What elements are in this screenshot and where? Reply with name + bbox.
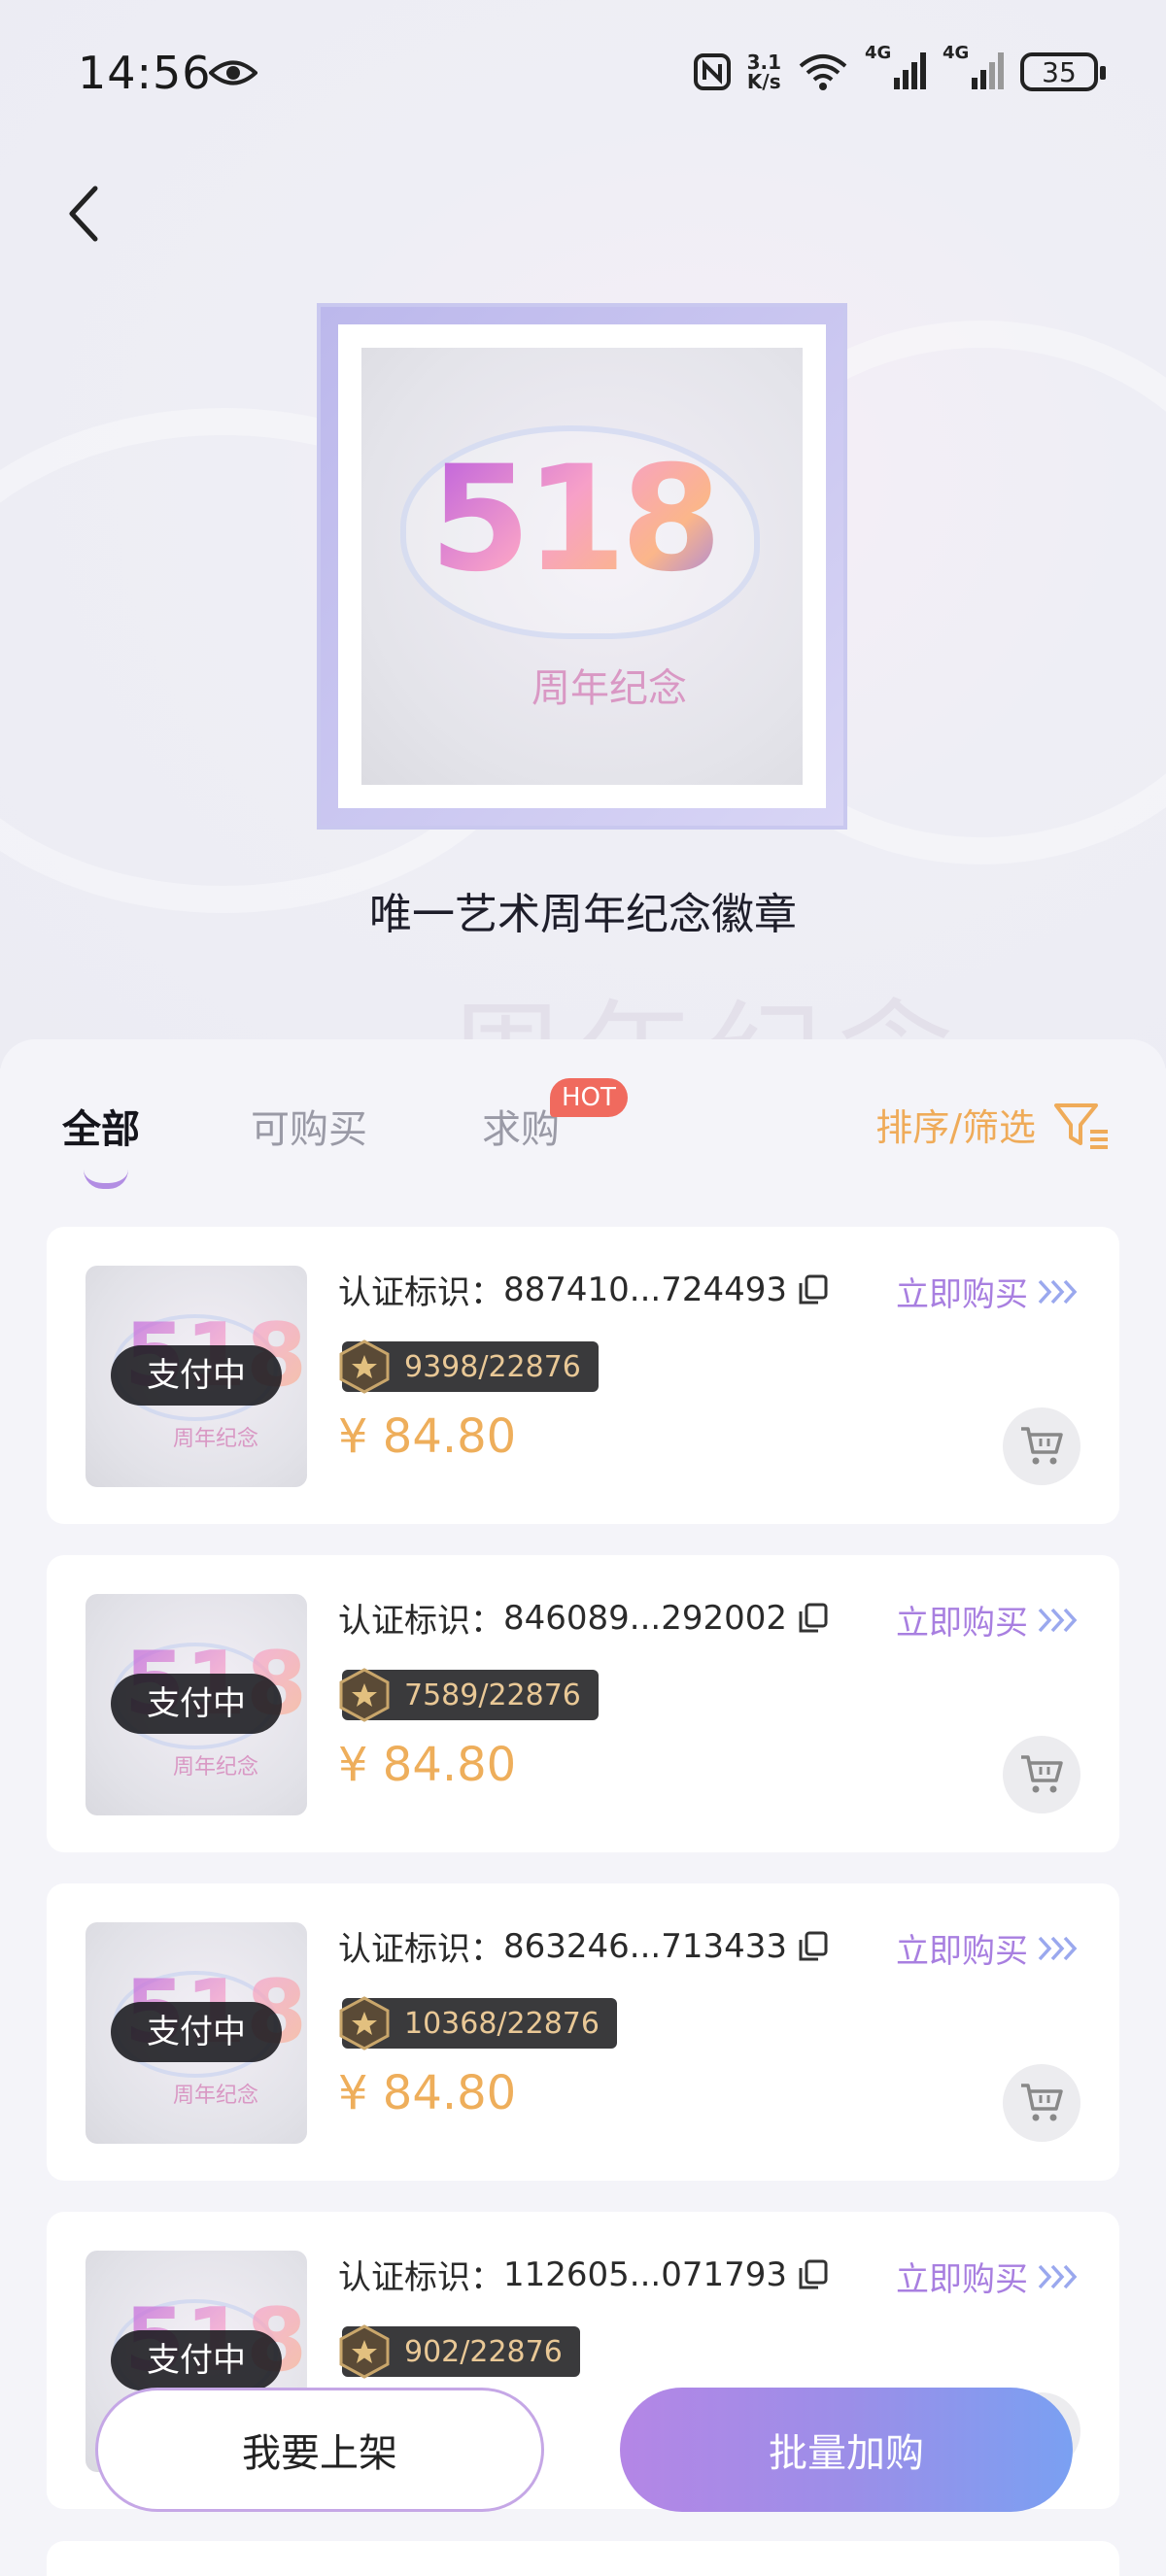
signal-1: 4G xyxy=(865,43,927,95)
eye-icon xyxy=(209,60,257,85)
star-hexagon-icon xyxy=(339,2324,390,2379)
listing-card[interactable]: 518 周年纪念 支付中 认证标识： 863246...713433 立即购买 xyxy=(47,1883,1119,2181)
status-bar: 14:56 3.1 K/s 4G 4G 35 xyxy=(0,0,1166,146)
serial-number-badge: 9398/22876 xyxy=(339,1339,599,1394)
cart-icon xyxy=(1021,1755,1063,1793)
serial-number: 10368/22876 xyxy=(404,2006,600,2041)
add-to-cart-button[interactable] xyxy=(1003,2064,1080,2142)
back-arrow-icon[interactable] xyxy=(60,185,109,243)
listing-card-partial xyxy=(47,2541,1119,2576)
signal-2-label: 4G xyxy=(943,43,970,63)
serial-number-badge: 10368/22876 xyxy=(339,1996,617,2051)
signal-2: 4G xyxy=(943,43,1005,95)
certificate-label: 认证标识： xyxy=(338,1273,503,1312)
certificate-label: 认证标识： xyxy=(338,2258,503,2297)
certificate-row: 认证标识： 863246...713433 xyxy=(338,1922,830,1970)
buy-now-link[interactable]: 立即购买 xyxy=(896,1596,1080,1644)
artwork-image: 518 周年纪念 xyxy=(361,348,803,785)
tab-bar: 全部 可购买 求购 HOT 排序/筛选 xyxy=(0,1078,1166,1189)
list-item-button[interactable]: 我要上架 xyxy=(95,2388,544,2512)
price: ¥ 84.80 xyxy=(338,1409,517,1464)
artwork-caption: 周年纪念 xyxy=(532,666,687,711)
certificate-row: 认证标识： 887410...724493 xyxy=(338,1266,830,1313)
buy-now-link[interactable]: 立即购买 xyxy=(896,1268,1080,1315)
star-hexagon-icon xyxy=(339,1668,390,1722)
star-hexagon-icon xyxy=(339,1339,390,1394)
battery-icon: 35 xyxy=(1020,52,1106,91)
copy-icon[interactable] xyxy=(797,1602,830,1635)
thumbnail-caption: 周年纪念 xyxy=(173,1755,259,1779)
artwork-frame[interactable]: 518 周年纪念 xyxy=(317,303,847,830)
wifi-icon xyxy=(799,54,847,90)
double-chevron-right-icon xyxy=(1038,1936,1078,1960)
listing-thumbnail: 518 周年纪念 支付中 xyxy=(86,1922,307,2144)
copy-icon[interactable] xyxy=(797,1930,830,1963)
batch-add-to-cart-button[interactable]: 批量加购 xyxy=(620,2388,1073,2512)
nfc-icon xyxy=(693,53,731,90)
network-speed-unit: K/s xyxy=(746,70,781,93)
certificate-id: 863246...713433 xyxy=(503,1926,788,1966)
add-to-cart-button[interactable] xyxy=(1003,1407,1080,1485)
payment-status-pill: 支付中 xyxy=(111,1674,282,1734)
network-speed: 3.1 K/s xyxy=(747,52,781,91)
artwork-number: 518 xyxy=(429,435,722,604)
listing-thumbnail: 518 周年纪念 支付中 xyxy=(86,1594,307,1815)
double-chevron-right-icon xyxy=(1038,2264,1078,2288)
cart-icon xyxy=(1021,2084,1063,2121)
certificate-label: 认证标识： xyxy=(338,1602,503,1641)
payment-status-pill: 支付中 xyxy=(111,1345,282,1406)
listing-card[interactable]: 518 周年纪念 支付中 认证标识： 887410...724493 立即购买 xyxy=(47,1227,1119,1524)
filter-icon xyxy=(1054,1102,1108,1149)
cart-icon xyxy=(1021,1427,1063,1465)
listing-card[interactable]: 518 周年纪念 支付中 认证标识： 846089...292002 立即购买 xyxy=(47,1555,1119,1852)
sort-filter-label: 排序/筛选 xyxy=(875,1106,1036,1149)
hot-badge: HOT xyxy=(550,1078,628,1117)
copy-icon[interactable] xyxy=(797,2258,830,2291)
serial-number: 902/22876 xyxy=(404,2334,563,2369)
network-speed-value: 3.1 xyxy=(746,51,781,74)
payment-status-pill: 支付中 xyxy=(111,2002,282,2062)
artwork-title: 唯一艺术周年纪念徽章 xyxy=(369,890,797,939)
status-time: 14:56 xyxy=(78,47,212,99)
price: ¥ 84.80 xyxy=(338,2066,517,2120)
sort-filter-button[interactable]: 排序/筛选 xyxy=(875,1098,1110,1151)
payment-status-pill: 支付中 xyxy=(111,2330,282,2390)
price: ¥ 84.80 xyxy=(338,1738,517,1792)
certificate-id: 846089...292002 xyxy=(503,1598,788,1638)
serial-number: 9398/22876 xyxy=(404,1349,581,1384)
add-to-cart-button[interactable] xyxy=(1003,1736,1080,1813)
double-chevron-right-icon xyxy=(1038,1608,1078,1632)
copy-icon[interactable] xyxy=(797,1273,830,1306)
serial-number: 7589/22876 xyxy=(404,1678,581,1712)
buy-now-label: 立即购买 xyxy=(896,1604,1028,1643)
buy-now-label: 立即购买 xyxy=(896,1275,1028,1314)
buy-now-label: 立即购买 xyxy=(896,2260,1028,2299)
certificate-row: 认证标识： 846089...292002 xyxy=(338,1594,830,1642)
tab-all[interactable]: 全部 xyxy=(62,1098,140,1154)
tab-wanted[interactable]: 求购 xyxy=(482,1098,560,1154)
thumbnail-caption: 周年纪念 xyxy=(173,1427,259,1451)
certificate-label: 认证标识： xyxy=(338,1930,503,1969)
signal-1-label: 4G xyxy=(865,43,892,63)
double-chevron-right-icon xyxy=(1038,1279,1078,1304)
thumbnail-caption: 周年纪念 xyxy=(173,2084,259,2108)
buy-now-link[interactable]: 立即购买 xyxy=(896,1924,1080,1972)
buy-now-label: 立即购买 xyxy=(896,1932,1028,1971)
listing-thumbnail: 518 周年纪念 支付中 xyxy=(86,1266,307,1487)
certificate-row: 认证标识： 112605...071793 xyxy=(338,2251,830,2298)
serial-number-badge: 902/22876 xyxy=(339,2324,580,2379)
buy-now-link[interactable]: 立即购买 xyxy=(896,2253,1080,2300)
certificate-id: 887410...724493 xyxy=(503,1270,788,1309)
star-hexagon-icon xyxy=(339,1996,390,2051)
certificate-id: 112605...071793 xyxy=(503,2254,788,2294)
serial-number-badge: 7589/22876 xyxy=(339,1668,599,1722)
tab-buyable[interactable]: 可购买 xyxy=(251,1098,367,1154)
